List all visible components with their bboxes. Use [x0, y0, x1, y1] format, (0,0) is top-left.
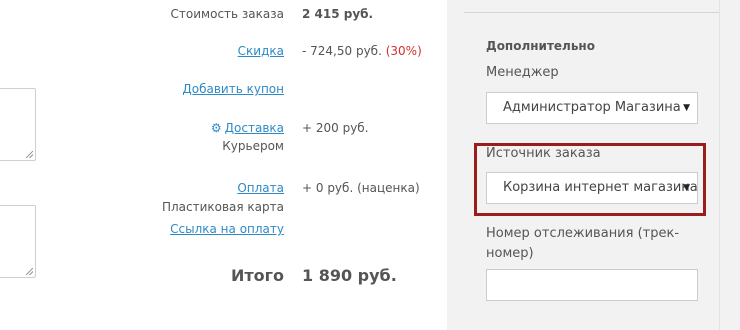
comment-textarea[interactable]	[0, 88, 36, 161]
delivery-method: Курьером	[222, 139, 284, 153]
gear-icon[interactable]: ⚙	[211, 121, 222, 135]
sidebar-divider	[464, 12, 719, 13]
delivery-value: + 200 руб.	[302, 121, 369, 135]
discount-link[interactable]: Скидка	[238, 44, 284, 58]
dropdown-arrow-icon: ▼	[683, 103, 690, 113]
payment-link-url[interactable]: Ссылка на оплату	[170, 222, 284, 236]
manager-select[interactable]: Администратор Магазина ▼	[486, 92, 698, 124]
discount-percent: (30%)	[385, 44, 422, 58]
total-value: 1 890 руб.	[302, 266, 397, 285]
tracking-number-input[interactable]	[486, 269, 698, 301]
order-cost-label: Стоимость заказа	[170, 7, 284, 21]
tracking-label-line1: Номер отслеживания (трек-	[486, 226, 680, 241]
discount-value: - 724,50 руб. (30%)	[302, 44, 422, 58]
resize-grip-icon[interactable]	[26, 151, 33, 158]
delivery-link[interactable]: Доставка	[225, 121, 284, 135]
payment-link[interactable]: Оплата	[237, 181, 284, 195]
payment-value: + 0 руб. (наценка)	[302, 181, 420, 195]
discount-amount: - 724,50 руб.	[302, 44, 382, 58]
delivery-row[interactable]: ⚙ Доставка	[211, 121, 284, 135]
manager-selected-value: Администратор Магазина	[503, 100, 681, 115]
note-textarea[interactable]	[0, 205, 36, 278]
tracking-label-line2: номер)	[486, 246, 534, 261]
order-cost-value: 2 415 руб.	[302, 7, 374, 21]
payment-method: Пластиковая карта	[161, 200, 284, 214]
add-coupon-link[interactable]: Добавить купон	[182, 82, 284, 96]
resize-grip-icon[interactable]	[26, 268, 33, 275]
sidebar-edge	[719, 0, 720, 330]
total-label: Итого	[230, 266, 284, 285]
sidebar-heading: Дополнительно	[486, 39, 595, 53]
tracking-label: Номер отслеживания (трек-номер)	[486, 224, 679, 264]
manager-label: Менеджер	[486, 65, 559, 80]
highlight-frame	[474, 143, 706, 216]
